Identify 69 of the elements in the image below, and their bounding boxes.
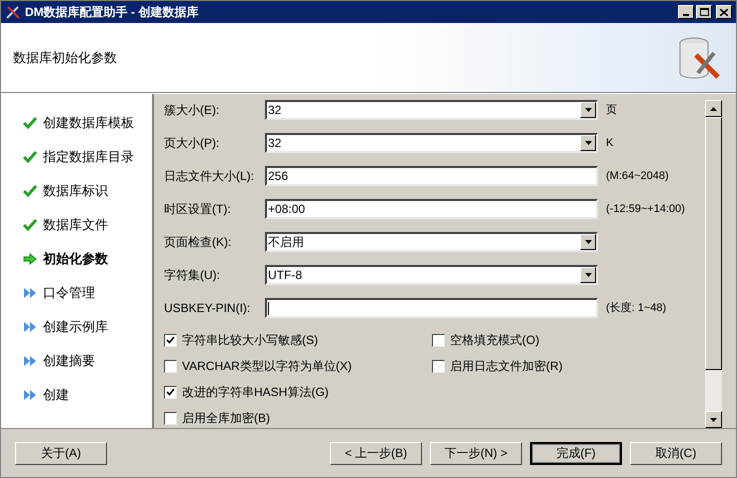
check-icon bbox=[23, 185, 37, 197]
step-label: 创建示例库 bbox=[43, 318, 108, 336]
dropdown[interactable]: UTF-8 bbox=[265, 265, 598, 285]
checkbox-label: 改进的字符串HASH算法(G) bbox=[182, 384, 329, 401]
step-label: 创建 bbox=[43, 386, 69, 404]
check-icon bbox=[23, 219, 37, 231]
input-field[interactable] bbox=[265, 298, 598, 318]
dialog-button[interactable]: 关于(A) bbox=[15, 442, 107, 464]
step-label: 口令管理 bbox=[43, 284, 95, 302]
dropdown[interactable]: 不启用 bbox=[265, 232, 598, 252]
field-hint: K bbox=[606, 136, 614, 151]
dialog-button[interactable]: 下一步(N) > bbox=[430, 442, 522, 464]
dropdown-caret-icon[interactable] bbox=[584, 141, 592, 145]
step-label: 指定数据库目录 bbox=[43, 148, 134, 166]
dropdown-caret-icon[interactable] bbox=[584, 273, 592, 277]
scrollbar[interactable] bbox=[705, 100, 722, 428]
scroll-down-icon[interactable] bbox=[710, 418, 717, 422]
close-icon[interactable] bbox=[720, 8, 728, 16]
step-label: 初始化参数 bbox=[43, 250, 108, 268]
checkbox[interactable] bbox=[432, 334, 445, 346]
double-arrow-icon bbox=[23, 389, 37, 401]
window-title: DM数据库配置助手 - 创建数据库 bbox=[25, 4, 200, 21]
step-label: 创建数据库模板 bbox=[43, 114, 134, 132]
checkbox-label: VARCHAR类型以字符为单位(X) bbox=[182, 358, 352, 375]
checkbox[interactable] bbox=[164, 412, 177, 424]
dropdown-caret-icon[interactable] bbox=[584, 108, 592, 112]
checkbox-label: 空格填充模式(O) bbox=[450, 332, 540, 349]
field-label: 簇大小(E): bbox=[164, 102, 220, 119]
checkbox-label: 启用全库加密(B) bbox=[182, 410, 270, 427]
dialog-button[interactable]: 取消(C) bbox=[630, 442, 722, 464]
tools-icon bbox=[5, 4, 21, 20]
close-button[interactable] bbox=[716, 5, 732, 19]
check-icon bbox=[23, 151, 37, 163]
checkbox[interactable] bbox=[164, 360, 177, 372]
checkbox-label: 字符串比较大小写敏感(S) bbox=[182, 332, 318, 349]
field-label: 日志文件大小(L): bbox=[164, 168, 255, 185]
double-arrow-icon bbox=[23, 355, 37, 367]
dropdown[interactable]: 32 bbox=[265, 133, 598, 153]
double-arrow-icon bbox=[23, 321, 37, 333]
input-field[interactable]: +08:00 bbox=[265, 199, 598, 219]
maximize-button[interactable] bbox=[696, 5, 712, 19]
field-label: 字符集(U): bbox=[164, 267, 221, 284]
minimize-button[interactable] bbox=[678, 5, 694, 19]
step-label: 数据库标识 bbox=[43, 182, 108, 200]
field-hint: (长度: 1~48) bbox=[606, 300, 666, 316]
double-arrow-icon bbox=[23, 287, 37, 299]
dialog-button[interactable]: < 上一步(B) bbox=[330, 442, 422, 464]
page-heading: 数据库初始化参数 bbox=[13, 48, 118, 67]
field-hint: (-12:59~+14:00) bbox=[606, 202, 685, 217]
field-label: 页大小(P): bbox=[164, 135, 220, 152]
step-label: 数据库文件 bbox=[43, 216, 108, 234]
checkbox[interactable] bbox=[164, 386, 177, 398]
arrow-icon bbox=[23, 253, 37, 265]
checkbox[interactable] bbox=[164, 334, 177, 346]
field-hint: 页 bbox=[606, 102, 617, 118]
scroll-up-icon[interactable] bbox=[710, 106, 717, 110]
dropdown-caret-icon[interactable] bbox=[584, 240, 592, 244]
scroll-thumb[interactable] bbox=[705, 117, 722, 370]
dialog-button[interactable]: 完成(F) bbox=[530, 442, 622, 464]
input-field[interactable]: 256 bbox=[265, 166, 598, 186]
dropdown[interactable]: 32 bbox=[265, 100, 598, 120]
field-label: USBKEY-PIN(I): bbox=[164, 300, 252, 317]
field-label: 时区设置(T): bbox=[164, 201, 232, 218]
step-label: 创建摘要 bbox=[43, 352, 95, 370]
checkbox[interactable] bbox=[432, 360, 445, 372]
checkbox-label: 启用日志文件加密(R) bbox=[450, 358, 563, 375]
field-label: 页面检查(K): bbox=[164, 234, 232, 251]
check-icon bbox=[23, 117, 37, 129]
field-hint: (M:64~2048) bbox=[606, 168, 669, 184]
